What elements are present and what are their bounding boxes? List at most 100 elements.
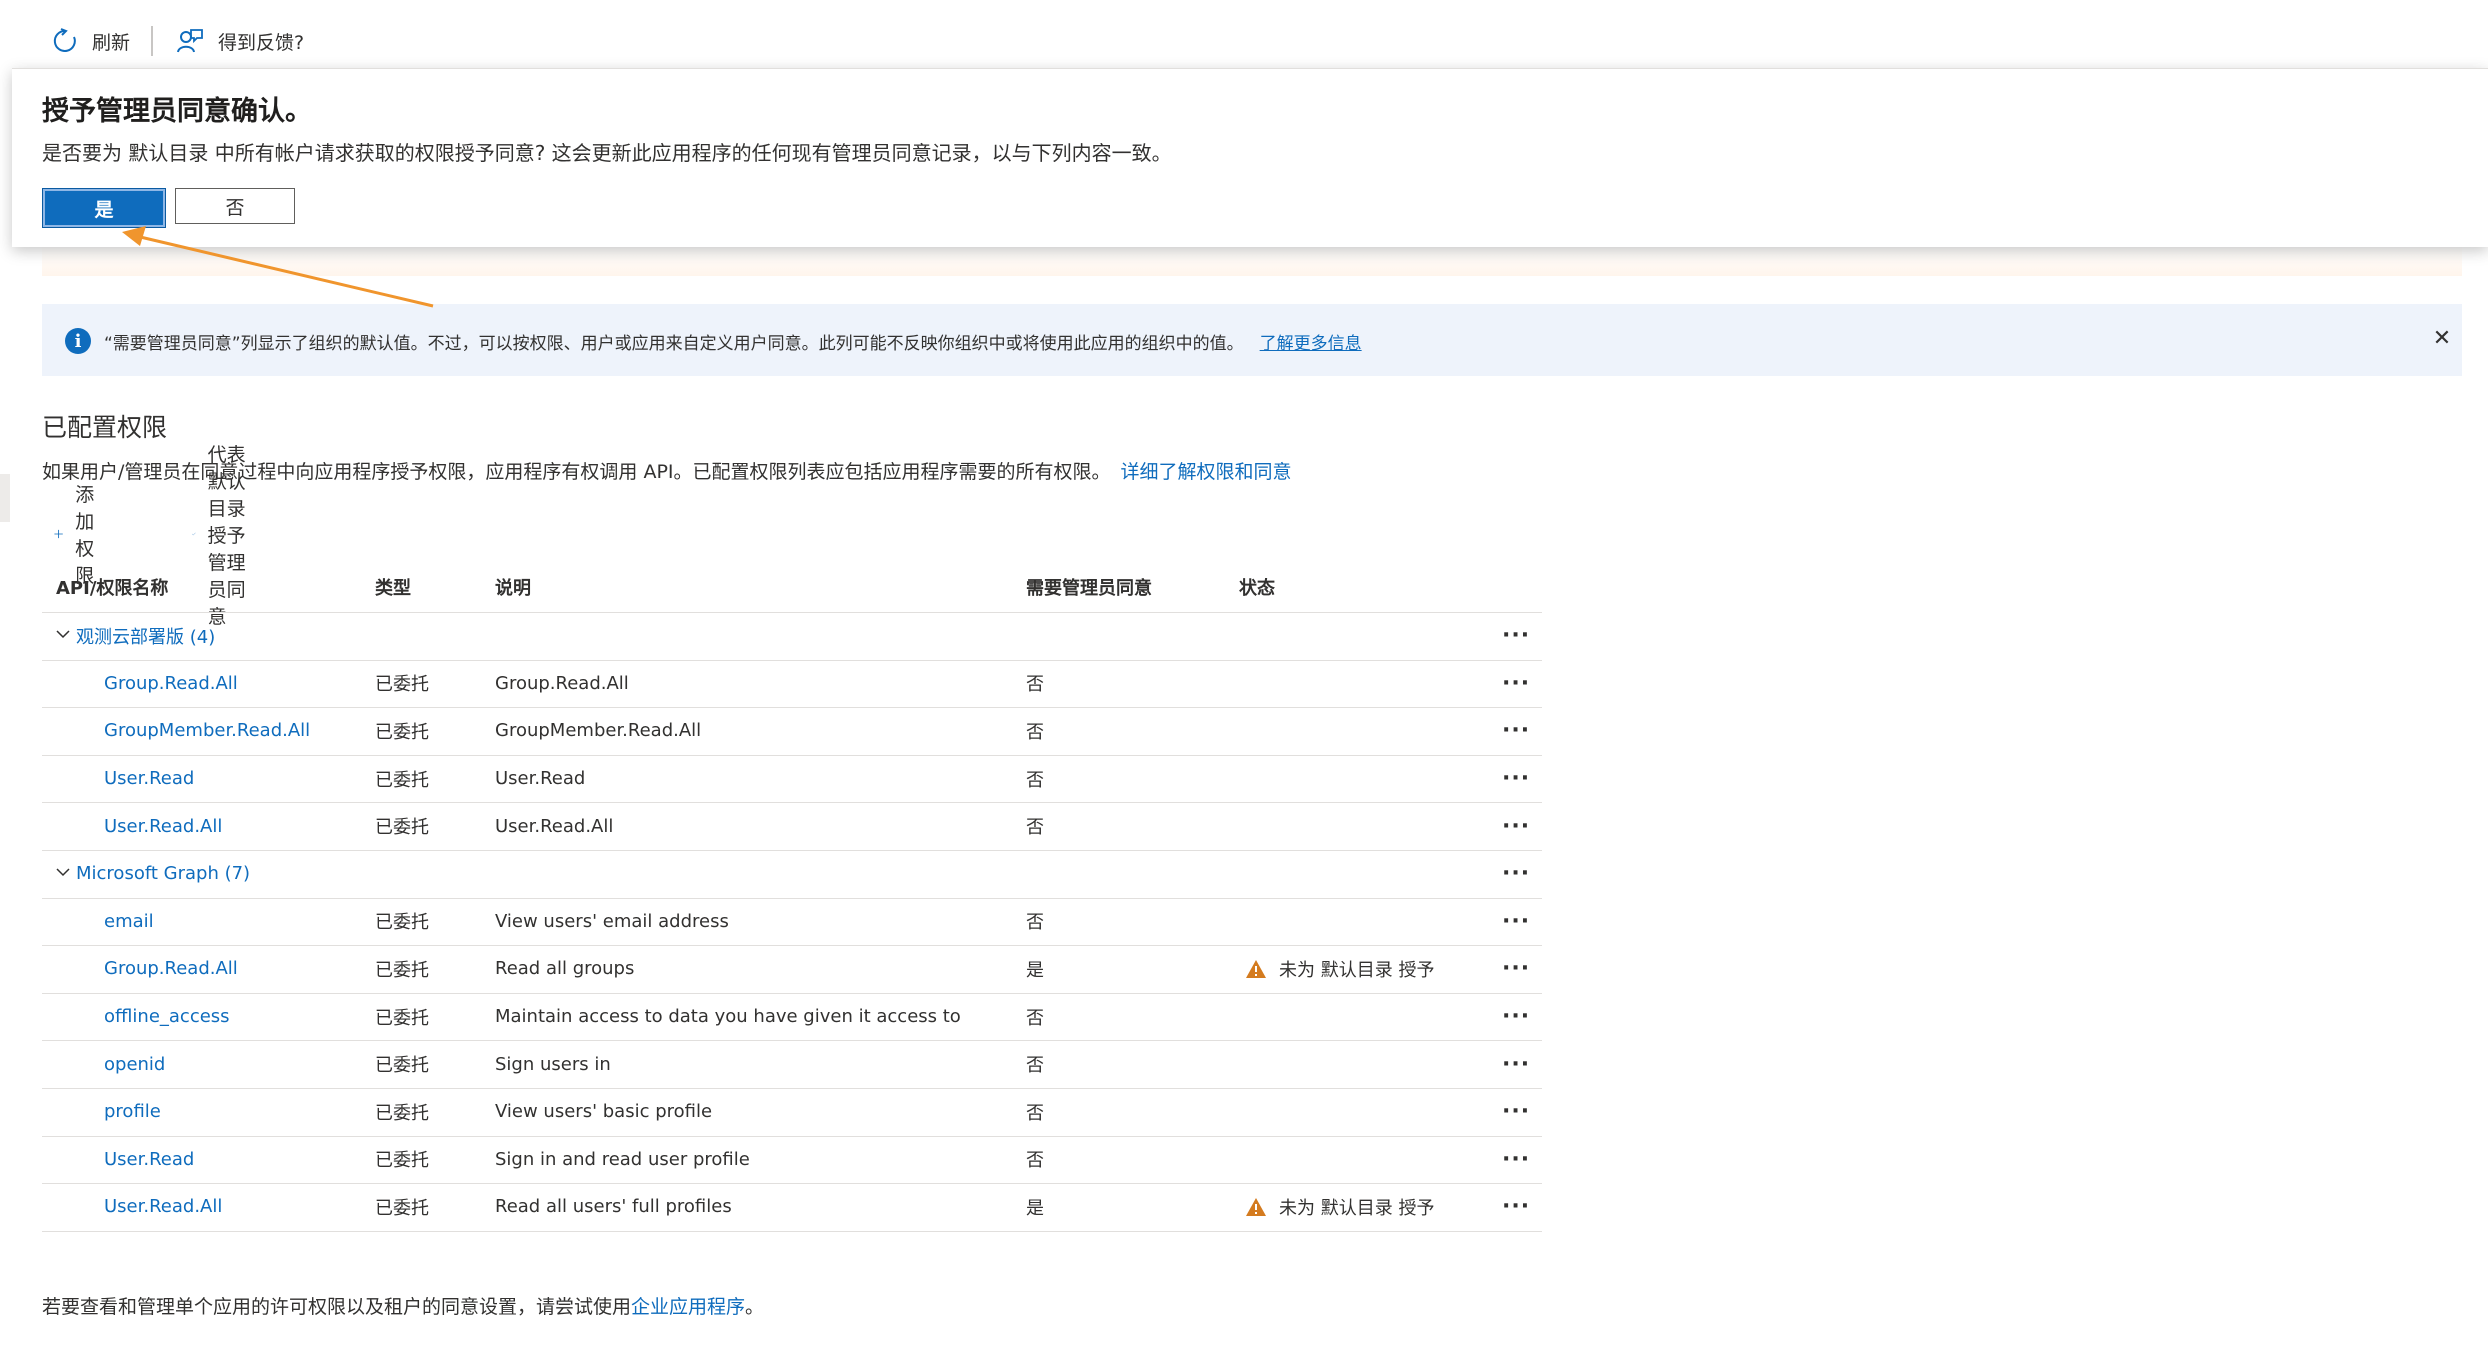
group-toggle[interactable]: Microsoft Graph (7) xyxy=(56,850,250,898)
permission-type: 已委托 xyxy=(375,769,429,791)
toolbar-divider xyxy=(151,26,153,56)
section-title: 已配置权限 xyxy=(42,413,168,442)
refresh-icon xyxy=(53,28,76,52)
table-row: User.Read.All 已委托 Read all users' full pro… xyxy=(42,1183,1542,1232)
status-text: 未为 默认目录 授予 xyxy=(1279,1197,1435,1219)
checkmark-icon xyxy=(192,532,196,536)
permission-name-link[interactable]: User.Read.All xyxy=(104,802,222,850)
group-toggle[interactable]: 观测云部署版 (4) xyxy=(56,612,215,660)
close-icon[interactable]: ✕ xyxy=(2422,318,2462,358)
section-description-text: 如果用户/管理员在同意过程中向应用程序授予权限，应用程序有权调用 API。已配置… xyxy=(42,461,1111,483)
permission-type: 已委托 xyxy=(375,1102,429,1124)
feedback-button[interactable]: 得到反馈? xyxy=(176,22,304,60)
table-row: profile 已委托 View users' basic profile 否 ··· xyxy=(42,1088,1542,1137)
permission-type: 已委托 xyxy=(375,817,429,839)
permission-description: Maintain access to data you have given i… xyxy=(495,1006,961,1028)
info-banner-text: “需要管理员同意”列显示了组织的默认值。不过，可以按权限、用户或应用来自定义用户… xyxy=(104,329,1362,354)
more-options-icon[interactable]: ··· xyxy=(1502,1136,1530,1184)
permission-type: 已委托 xyxy=(375,674,429,696)
grant-admin-consent-button[interactable]: 代表 默认目录 授予管理员同意 xyxy=(192,444,247,628)
permission-description: Read all groups xyxy=(495,958,635,980)
permission-name-link[interactable]: User.Read.All xyxy=(104,1183,222,1231)
admin-consent-required: 是 xyxy=(1026,1197,1044,1219)
table-row: email 已委托 View users' email address 否 ··· xyxy=(42,898,1542,947)
table-row: offline_access 已委托 Maintain access to data… xyxy=(42,993,1542,1042)
table-row: User.Read.All 已委托 User.Read.All 否 ··· xyxy=(42,802,1542,851)
permission-type: 已委托 xyxy=(375,1150,429,1172)
column-header-admin-consent[interactable]: 需要管理员同意 xyxy=(1026,562,1152,612)
admin-consent-required: 否 xyxy=(1026,1150,1044,1172)
permission-name-link[interactable]: User.Read xyxy=(104,1136,194,1184)
more-options-icon[interactable]: ··· xyxy=(1502,993,1530,1041)
learn-more-link[interactable]: 了解更多信息 xyxy=(1260,334,1362,354)
permissions-consent-link[interactable]: 详细了解权限和同意 xyxy=(1121,461,1292,483)
feedback-label: 得到反馈? xyxy=(218,31,305,54)
more-options-icon[interactable]: ··· xyxy=(1502,612,1530,660)
admin-consent-dialog: 授予管理员同意确认。 是否要为 默认目录 中所有帐户请求获取的权限授予同意? 这… xyxy=(12,68,2488,247)
table-row: User.Read 已委托 Sign in and read user profil… xyxy=(42,1136,1542,1185)
more-options-icon[interactable]: ··· xyxy=(1502,1040,1530,1088)
more-options-icon[interactable]: ··· xyxy=(1502,802,1530,850)
admin-consent-required: 否 xyxy=(1026,1055,1044,1077)
column-header-type[interactable]: 类型 xyxy=(375,562,411,612)
status-text: 未为 默认目录 授予 xyxy=(1279,959,1435,981)
column-header-description[interactable]: 说明 xyxy=(495,562,531,612)
feedback-person-icon xyxy=(177,29,203,53)
more-options-icon[interactable]: ··· xyxy=(1502,850,1530,898)
admin-consent-required: 否 xyxy=(1026,912,1044,934)
more-options-icon[interactable]: ··· xyxy=(1502,1088,1530,1136)
chevron-down-icon[interactable] xyxy=(56,863,76,884)
permission-name-link[interactable]: GroupMember.Read.All xyxy=(104,707,310,755)
permission-description: View users' email address xyxy=(495,910,729,932)
permission-name-link[interactable]: profile xyxy=(104,1088,161,1136)
permission-description: User.Read.All xyxy=(495,815,614,837)
permission-type: 已委托 xyxy=(375,1197,429,1219)
status-cell: 未为 默认目录 授予 xyxy=(1245,945,1434,993)
permission-name-link[interactable]: openid xyxy=(104,1040,165,1088)
warning-icon xyxy=(1246,1197,1266,1216)
column-header-status[interactable]: 状态 xyxy=(1239,562,1275,612)
status-cell: 未为 默认目录 授予 xyxy=(1245,1183,1434,1231)
table-row: User.Read 已委托 User.Read 否 ··· xyxy=(42,755,1542,804)
table-group-row[interactable]: Microsoft Graph (7) ··· xyxy=(42,850,1542,899)
more-options-icon[interactable]: ··· xyxy=(1502,898,1530,946)
column-header-name[interactable]: API/权限名称 xyxy=(56,562,168,612)
more-options-icon[interactable]: ··· xyxy=(1502,1183,1530,1231)
permission-name-link[interactable]: Group.Read.All xyxy=(104,660,238,708)
add-permission-button[interactable]: 添加权限 xyxy=(54,484,107,587)
admin-consent-required: 否 xyxy=(1026,817,1044,839)
table-row: GroupMember.Read.All 已委托 GroupMember.Read.… xyxy=(42,707,1542,756)
enterprise-apps-link[interactable]: 企业应用程序 xyxy=(631,1296,745,1318)
permission-description: View users' basic profile xyxy=(495,1101,713,1123)
permission-type: 已委托 xyxy=(375,1007,429,1029)
group-label[interactable]: 观测云部署版 (4) xyxy=(76,623,215,649)
table-header-row: API/权限名称 类型 说明 需要管理员同意 状态 xyxy=(42,562,1542,613)
more-options-icon[interactable]: ··· xyxy=(1502,945,1530,993)
permission-description: Read all users' full profiles xyxy=(495,1196,732,1218)
admin-consent-required: 否 xyxy=(1026,674,1044,696)
admin-consent-required: 是 xyxy=(1026,959,1044,981)
refresh-button[interactable]: 刷新 xyxy=(52,22,130,60)
group-label[interactable]: Microsoft Graph (7) xyxy=(76,863,250,884)
more-options-icon[interactable]: ··· xyxy=(1502,707,1530,755)
table-row: Group.Read.All 已委托 Read all groups 是 未为 默认目录… xyxy=(42,945,1542,994)
chevron-down-icon[interactable] xyxy=(56,625,76,646)
footer-note: 若要查看和管理单个应用的许可权限以及租户的同意设置，请尝试使用企业应用程序。 xyxy=(42,1292,764,1319)
permission-type: 已委托 xyxy=(375,721,429,743)
table-group-row[interactable]: 观测云部署版 (4) ··· xyxy=(42,612,1542,661)
yes-button[interactable]: 是 xyxy=(42,188,166,228)
no-button[interactable]: 否 xyxy=(175,188,295,224)
permission-name-link[interactable]: offline_access xyxy=(104,993,230,1041)
more-options-icon[interactable]: ··· xyxy=(1502,660,1530,708)
footer-text: 若要查看和管理单个应用的许可权限以及租户的同意设置，请尝试使用 xyxy=(42,1296,632,1318)
plus-icon xyxy=(54,529,63,539)
admin-consent-required: 否 xyxy=(1026,1007,1044,1029)
permission-name-link[interactable]: Group.Read.All xyxy=(104,945,238,993)
side-panel-handle[interactable] xyxy=(0,474,10,522)
table-row: Group.Read.All 已委托 Group.Read.All 否 ··· xyxy=(42,660,1542,709)
permission-name-link[interactable]: User.Read xyxy=(104,755,194,803)
permission-description: Group.Read.All xyxy=(495,672,629,694)
admin-consent-required: 否 xyxy=(1026,1102,1044,1124)
more-options-icon[interactable]: ··· xyxy=(1502,755,1530,803)
permission-name-link[interactable]: email xyxy=(104,898,154,946)
